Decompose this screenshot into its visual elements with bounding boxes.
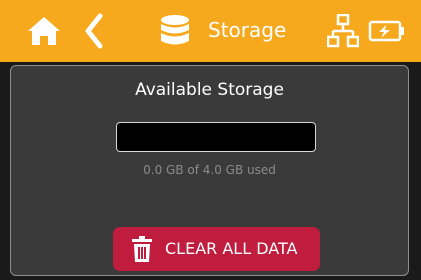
storage-bar [116, 122, 316, 152]
trash-icon [132, 236, 152, 262]
top-bar: Storage [0, 0, 421, 62]
page-title: Storage [208, 18, 287, 42]
back-icon[interactable] [84, 13, 104, 49]
storage-panel: Available Storage 0.0 GB of 4.0 GB used … [10, 65, 409, 276]
database-icon [161, 15, 189, 45]
clear-all-data-label: CLEAR ALL DATA [165, 239, 298, 258]
home-icon[interactable] [26, 15, 62, 47]
storage-heading: Available Storage [135, 80, 284, 100]
network-icon [327, 14, 359, 48]
battery-charging-icon [368, 20, 404, 42]
storage-usage-text: 0.0 GB of 4.0 GB used [143, 163, 276, 177]
clear-all-data-button[interactable]: CLEAR ALL DATA [113, 227, 320, 271]
